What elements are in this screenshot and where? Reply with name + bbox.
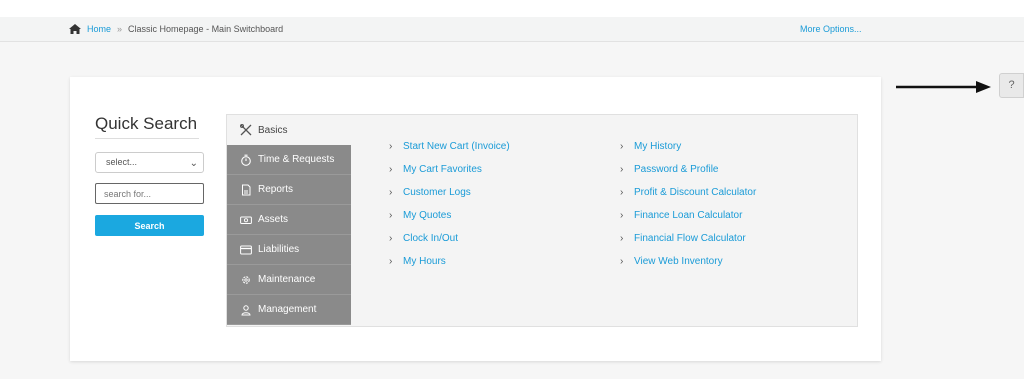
chevron-right-icon: › [620, 233, 624, 244]
link-financial-flow-calculator[interactable]: › Financial Flow Calculator [620, 233, 756, 256]
breadcrumb-separator: » [117, 24, 123, 34]
link-view-web-inventory[interactable]: › View Web Inventory [620, 256, 756, 279]
link-my-cart-favorites[interactable]: › My Cart Favorites [389, 164, 510, 187]
link-my-history[interactable]: › My History [620, 141, 756, 164]
link-my-hours[interactable]: › My Hours [389, 256, 510, 279]
tab-label: Liabilities [258, 244, 300, 255]
stopwatch-icon [241, 154, 251, 166]
chevron-right-icon: › [389, 210, 393, 221]
category-tabs: Basics Time & Requests Reports Assets Li… [227, 115, 351, 325]
user-icon [241, 304, 251, 315]
link-label: Start New Cart (Invoice) [403, 141, 510, 152]
tab-maintenance[interactable]: Maintenance [227, 265, 351, 295]
chevron-right-icon: › [620, 210, 624, 221]
chevron-right-icon: › [389, 187, 393, 198]
breadcrumb: Home » Classic Homepage - Main Switchboa… [0, 17, 1024, 42]
breadcrumb-current: Classic Homepage - Main Switchboard [128, 24, 284, 34]
search-button[interactable]: Search [95, 215, 204, 236]
links-column-left: › Start New Cart (Invoice) › My Cart Favor… [389, 141, 510, 279]
link-label: My Hours [403, 256, 446, 267]
quick-search-select-value: select... [106, 157, 138, 167]
chevron-down-icon: ⌄ [189, 158, 198, 169]
gear-icon [242, 275, 250, 284]
tab-management[interactable]: Management [227, 295, 351, 325]
tab-label: Reports [258, 184, 294, 195]
tab-label: Assets [258, 214, 289, 225]
tab-label: Management [258, 304, 317, 315]
chevron-right-icon: › [389, 256, 393, 267]
switchboard-panel: Basics Time & Requests Reports Assets Li… [226, 114, 858, 327]
link-label: My Quotes [403, 210, 452, 221]
more-options-link[interactable]: More Options... [800, 24, 862, 34]
link-label: Profit & Discount Calculator [634, 187, 757, 198]
report-icon [242, 184, 251, 195]
breadcrumb-home-link[interactable]: Home [87, 24, 111, 34]
link-profit-discount-calculator[interactable]: › Profit & Discount Calculator [620, 187, 756, 210]
tab-time-requests[interactable]: Time & Requests [227, 145, 351, 175]
link-my-quotes[interactable]: › My Quotes [389, 210, 510, 233]
link-label: My Cart Favorites [403, 164, 482, 175]
link-password-profile[interactable]: › Password & Profile [620, 164, 756, 187]
tools-icon [240, 124, 252, 136]
quick-search-input[interactable] [95, 183, 204, 204]
chevron-right-icon: › [620, 187, 624, 198]
chevron-right-icon: › [620, 256, 624, 267]
tab-reports[interactable]: Reports [227, 175, 351, 205]
tab-label: Basics [258, 124, 288, 136]
link-label: View Web Inventory [634, 256, 723, 267]
breadcrumb-trail: Home » Classic Homepage - Main Switchboa… [69, 24, 283, 34]
tab-label: Maintenance [258, 274, 316, 285]
credit-card-icon [240, 245, 252, 254]
link-label: Password & Profile [634, 164, 719, 175]
help-button[interactable]: ? [999, 73, 1024, 98]
link-label: Customer Logs [403, 187, 471, 198]
chevron-right-icon: › [389, 141, 393, 152]
chevron-right-icon: › [620, 141, 624, 152]
home-icon [69, 24, 81, 34]
link-start-new-cart[interactable]: › Start New Cart (Invoice) [389, 141, 510, 164]
link-label: My History [634, 141, 682, 152]
annotation-arrow [896, 81, 991, 93]
tab-basics[interactable]: Basics [227, 115, 351, 145]
top-header [0, 0, 1024, 18]
switchboard-card: Quick Search select... ⌄ Search Basics T… [70, 77, 881, 361]
chevron-right-icon: › [389, 164, 393, 175]
tab-label: Time & Requests [258, 154, 335, 165]
quick-search-title: Quick Search [95, 114, 199, 139]
links-column-right: › My History › Password & Profile › Profit … [620, 141, 756, 279]
quick-search-select[interactable]: select... ⌄ [95, 152, 204, 173]
link-label: Finance Loan Calculator [634, 210, 743, 221]
chevron-right-icon: › [620, 164, 624, 175]
money-icon [240, 216, 252, 224]
link-label: Clock In/Out [403, 233, 459, 244]
tab-liabilities[interactable]: Liabilities [227, 235, 351, 265]
link-finance-loan-calculator[interactable]: › Finance Loan Calculator [620, 210, 756, 233]
link-label: Financial Flow Calculator [634, 233, 746, 244]
link-clock-in-out[interactable]: › Clock In/Out [389, 233, 510, 256]
link-customer-logs[interactable]: › Customer Logs [389, 187, 510, 210]
tab-assets[interactable]: Assets [227, 205, 351, 235]
chevron-right-icon: › [389, 233, 393, 244]
